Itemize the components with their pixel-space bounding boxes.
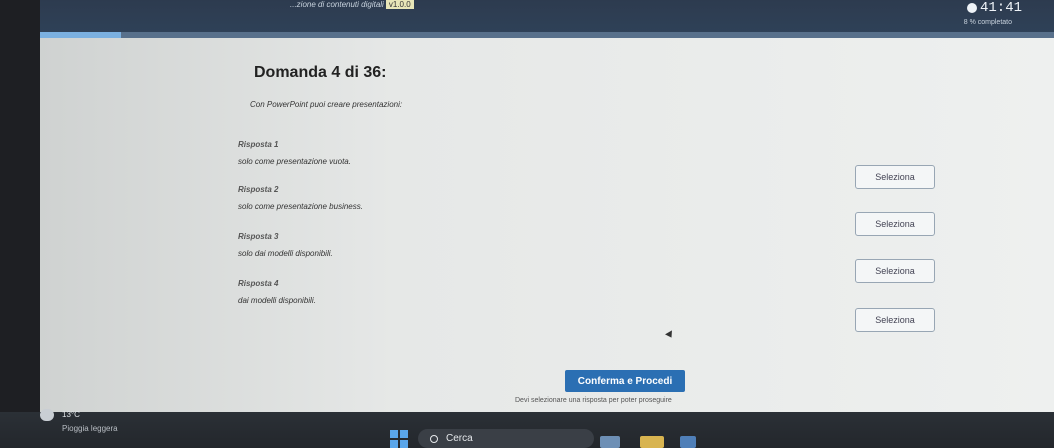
question-prompt: Con PowerPoint puoi creare presentazioni… — [250, 100, 403, 109]
weather-temp: 13°C — [62, 410, 80, 419]
clock-icon — [966, 3, 977, 13]
answer-item: Risposta 3 solo dai modelli disponibili. — [238, 232, 940, 258]
search-icon — [430, 434, 438, 443]
cloud-rain-icon — [40, 409, 54, 421]
exam-header: ...zione di contenuti digitali v1.0.0 41:… — [40, 0, 1054, 38]
timer: 41:41 — [966, 0, 1022, 16]
taskbar-search[interactable]: Cerca — [418, 429, 594, 448]
mouse-cursor-icon — [665, 330, 675, 340]
answer-text: solo come presentazione business. — [238, 202, 363, 211]
weather-desc: Pioggia leggera — [62, 424, 118, 433]
folder-icon[interactable] — [640, 436, 664, 448]
taskbar-app-icon[interactable] — [680, 436, 696, 448]
windows-start-icon[interactable] — [390, 430, 408, 448]
taskbar-app-icon[interactable] — [600, 436, 620, 448]
progress-bar — [40, 32, 1054, 38]
progress-fill — [40, 32, 122, 38]
answer-number: Risposta 4 — [238, 279, 279, 288]
answer-text: solo dai modelli disponibili. — [238, 249, 333, 258]
exam-title: ...zione di contenuti digitali v1.0.0 — [290, 0, 414, 9]
answer-item: Risposta 1 solo come presentazione vuota… — [238, 140, 940, 166]
answer-number: Risposta 2 — [238, 185, 279, 194]
select-answer-4-button[interactable]: Seleziona — [855, 308, 935, 332]
selection-hint: Devi selezionare una risposta per poter … — [515, 397, 672, 404]
answer-text: dai modelli disponibili. — [238, 296, 316, 305]
progress-label: 8 % completato — [963, 19, 1012, 26]
timer-value: 41:41 — [979, 0, 1022, 16]
exam-window: ...zione di contenuti digitali v1.0.0 41:… — [40, 0, 1054, 426]
answer-number: Risposta 1 — [238, 140, 279, 149]
search-label: Cerca — [446, 433, 473, 444]
answer-item: Risposta 4 dai modelli disponibili. — [238, 279, 940, 305]
confirm-button[interactable]: Conferma e Procedi — [565, 370, 685, 392]
version-badge: v1.0.0 — [385, 0, 414, 9]
exam-title-text: ...zione di contenuti digitali — [290, 0, 384, 9]
answer-item: Risposta 2 solo come presentazione busin… — [238, 185, 940, 211]
question-heading: Domanda 4 di 36: — [254, 64, 387, 81]
answer-number: Risposta 3 — [238, 232, 279, 241]
answer-text: solo come presentazione vuota. — [238, 157, 351, 166]
